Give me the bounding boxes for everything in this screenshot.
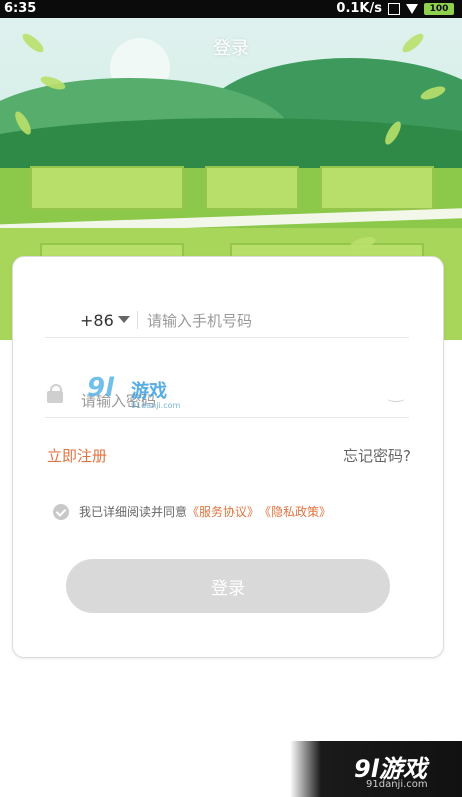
terms-link[interactable]: 《服务协议》 (187, 503, 259, 520)
banner-plot (205, 166, 299, 210)
sim-icon (388, 3, 400, 15)
banner-plot (30, 166, 184, 210)
wifi-icon (406, 4, 418, 14)
divider (137, 311, 138, 329)
agreement-text: 我已详细阅读并同意 (79, 505, 188, 519)
status-bar: 6:35 0.1K/s 100 (0, 0, 462, 18)
country-code-selector[interactable]: +86 (80, 311, 114, 330)
watermark-logo-mark: 9l (87, 373, 115, 403)
site-watermark: 9l游戏 91danji.com (290, 741, 462, 797)
lock-icon (47, 384, 63, 403)
register-link[interactable]: 立即注册 (47, 445, 107, 466)
watermark-logo: 9l 游戏 91danji.com (87, 373, 197, 413)
status-time: 6:35 (4, 1, 37, 16)
eye-closed-icon[interactable] (387, 395, 405, 402)
agreement-row: 我已详细阅读并同意 《服务协议》 《隐私政策》 (53, 503, 331, 520)
banner-plot (320, 166, 434, 210)
page-title: 登录 (213, 38, 249, 59)
battery-icon: 100 (424, 3, 454, 15)
forgot-password-link[interactable]: 忘记密码? (343, 445, 411, 466)
login-button[interactable]: 登录 (66, 559, 390, 613)
watermark-logo-site: 91danji.com (131, 401, 181, 410)
watermark-logo-text: 游戏 (131, 381, 167, 402)
status-right: 0.1K/s 100 (336, 0, 454, 18)
network-speed: 0.1K/s (336, 1, 382, 16)
login-card: +86 9l 游戏 91danji.com 立即注册 忘记密码? 我已详细阅读并… (12, 256, 444, 658)
agreement-checkbox[interactable] (53, 503, 69, 520)
phone-row: +86 (45, 301, 409, 338)
chevron-down-icon[interactable] (118, 316, 130, 323)
watermark-site: 91danji.com (366, 779, 428, 790)
phone-input[interactable] (145, 307, 399, 335)
privacy-link[interactable]: 《隐私政策》 (259, 503, 331, 520)
